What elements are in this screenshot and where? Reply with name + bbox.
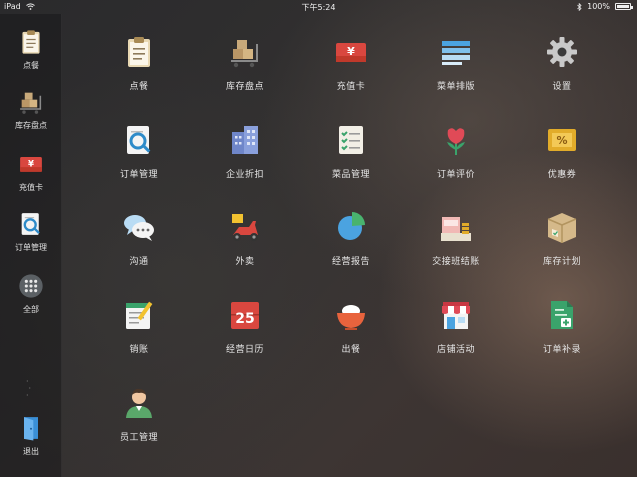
battery-icon [615,3,633,10]
bluetooth-icon [577,2,582,11]
app-label: 订单补录 [542,345,581,355]
app-menu-layout[interactable]: 菜单排版 [406,34,506,92]
sidebar-item-label: 点餐 [23,61,39,70]
exit-door-icon [17,414,45,442]
clipboard-icon [17,28,45,56]
app-dish-management[interactable]: 菜品管理 [301,122,401,180]
chat-bubbles-icon [121,209,157,245]
app-label: 销账 [129,345,149,355]
storefront-icon [438,297,474,333]
checklist-icon [333,122,369,158]
app-label: 菜品管理 [331,170,370,180]
coupon-icon: % [544,122,580,158]
search-document-icon [17,210,45,238]
app-serve-dish[interactable]: 出餐 [301,297,401,355]
logout-button[interactable]: 退出 [0,414,62,457]
app-label: 菜单排版 [436,82,475,92]
app-label: 交接班结账 [432,257,480,267]
search-document-icon [121,122,157,158]
app-label: 优惠券 [547,170,577,180]
logout-label: 退出 [23,447,39,456]
sidebar-item-recharge-card[interactable]: ¥ 充值卡 [0,150,62,193]
document-add-icon [544,297,580,333]
app-order-supplement[interactable]: 订单补录 [512,297,612,355]
sidebar-item-label: 充值卡 [19,183,43,192]
sidebar-item-label: 全部 [23,305,39,314]
gear-icon [544,34,580,70]
app-staff-management[interactable]: 员工管理 [89,385,189,443]
scooter-icon [227,209,263,245]
app-order[interactable]: 点餐 [89,34,189,92]
app-label: 订单评价 [436,170,475,180]
svg-text:¥: ¥ [28,159,34,169]
app-label: 库存计划 [542,257,581,267]
grid-dots-icon [17,272,45,300]
app-label: 经营报告 [331,257,370,267]
app-label: 经营日历 [225,345,264,355]
buildings-icon [227,122,263,158]
app-label: 沟通 [129,257,149,267]
calendar-icon: 25 [227,297,263,333]
sidebar-item-label: 库存盘点 [15,121,47,130]
app-label: 订单管理 [119,170,158,180]
app-label: 库存盘点 [225,82,264,92]
app-store-promotion[interactable]: 店铺活动 [406,297,506,355]
battery-percent: 100% [587,2,610,11]
app-order-management[interactable]: 订单管理 [89,122,189,180]
svg-text:¥: ¥ [347,45,355,58]
app-shift-handover[interactable]: 交接班结账 [406,209,506,267]
app-business-report[interactable]: 经营报告 [301,209,401,267]
app-takeout[interactable]: 外卖 [195,209,295,267]
app-label: 充值卡 [336,82,366,92]
app-write-off[interactable]: 销账 [89,297,189,355]
sidebar-item-order[interactable]: 点餐 [0,28,62,71]
app-order-review[interactable]: 订单评价 [406,122,506,180]
app-label: 店铺活动 [436,345,475,355]
app-recharge-card[interactable]: ¥ 充值卡 [301,34,401,92]
yen-card-icon: ¥ [17,150,45,178]
decorative-dots: · · · [26,377,32,400]
app-coupon[interactable]: % 优惠券 [512,122,612,180]
app-inventory-plan[interactable]: 库存计划 [512,209,612,267]
sidebar-item-all[interactable]: 全部 [0,272,62,315]
app-label: 外卖 [235,257,255,267]
sidebar-item-label: 订单管理 [15,243,47,252]
boxes-cart-icon [17,88,45,116]
person-icon [121,385,157,421]
yen-card-icon: ¥ [333,34,369,70]
app-business-calendar[interactable]: 25 经营日历 [195,297,295,355]
sidebar-item-inventory[interactable]: 库存盘点 [0,88,62,131]
app-label: 设置 [552,82,572,92]
sidebar-item-order-management[interactable]: 订单管理 [0,210,62,253]
clock: 下午5:24 [301,3,336,12]
app-label: 员工管理 [119,433,158,443]
boxes-cart-icon [227,34,263,70]
app-enterprise-discount[interactable]: 企业折扣 [195,122,295,180]
cash-register-icon [438,209,474,245]
app-label: 出餐 [341,345,361,355]
app-communication[interactable]: 沟通 [89,209,189,267]
bowl-icon [333,297,369,333]
app-label: 企业折扣 [225,170,264,180]
app-inventory[interactable]: 库存盘点 [195,34,295,92]
app-settings[interactable]: 设置 [512,34,612,92]
app-label: 点餐 [129,82,149,92]
status-bar: iPad 下午5:24 100% [0,0,637,14]
pie-chart-icon [333,209,369,245]
calendar-day: 25 [235,311,254,327]
svg-text:%: % [556,134,567,147]
menu-layout-icon [438,34,474,70]
clipboard-icon [121,34,157,70]
flower-icon [438,122,474,158]
package-icon [544,209,580,245]
write-off-icon [121,297,157,333]
